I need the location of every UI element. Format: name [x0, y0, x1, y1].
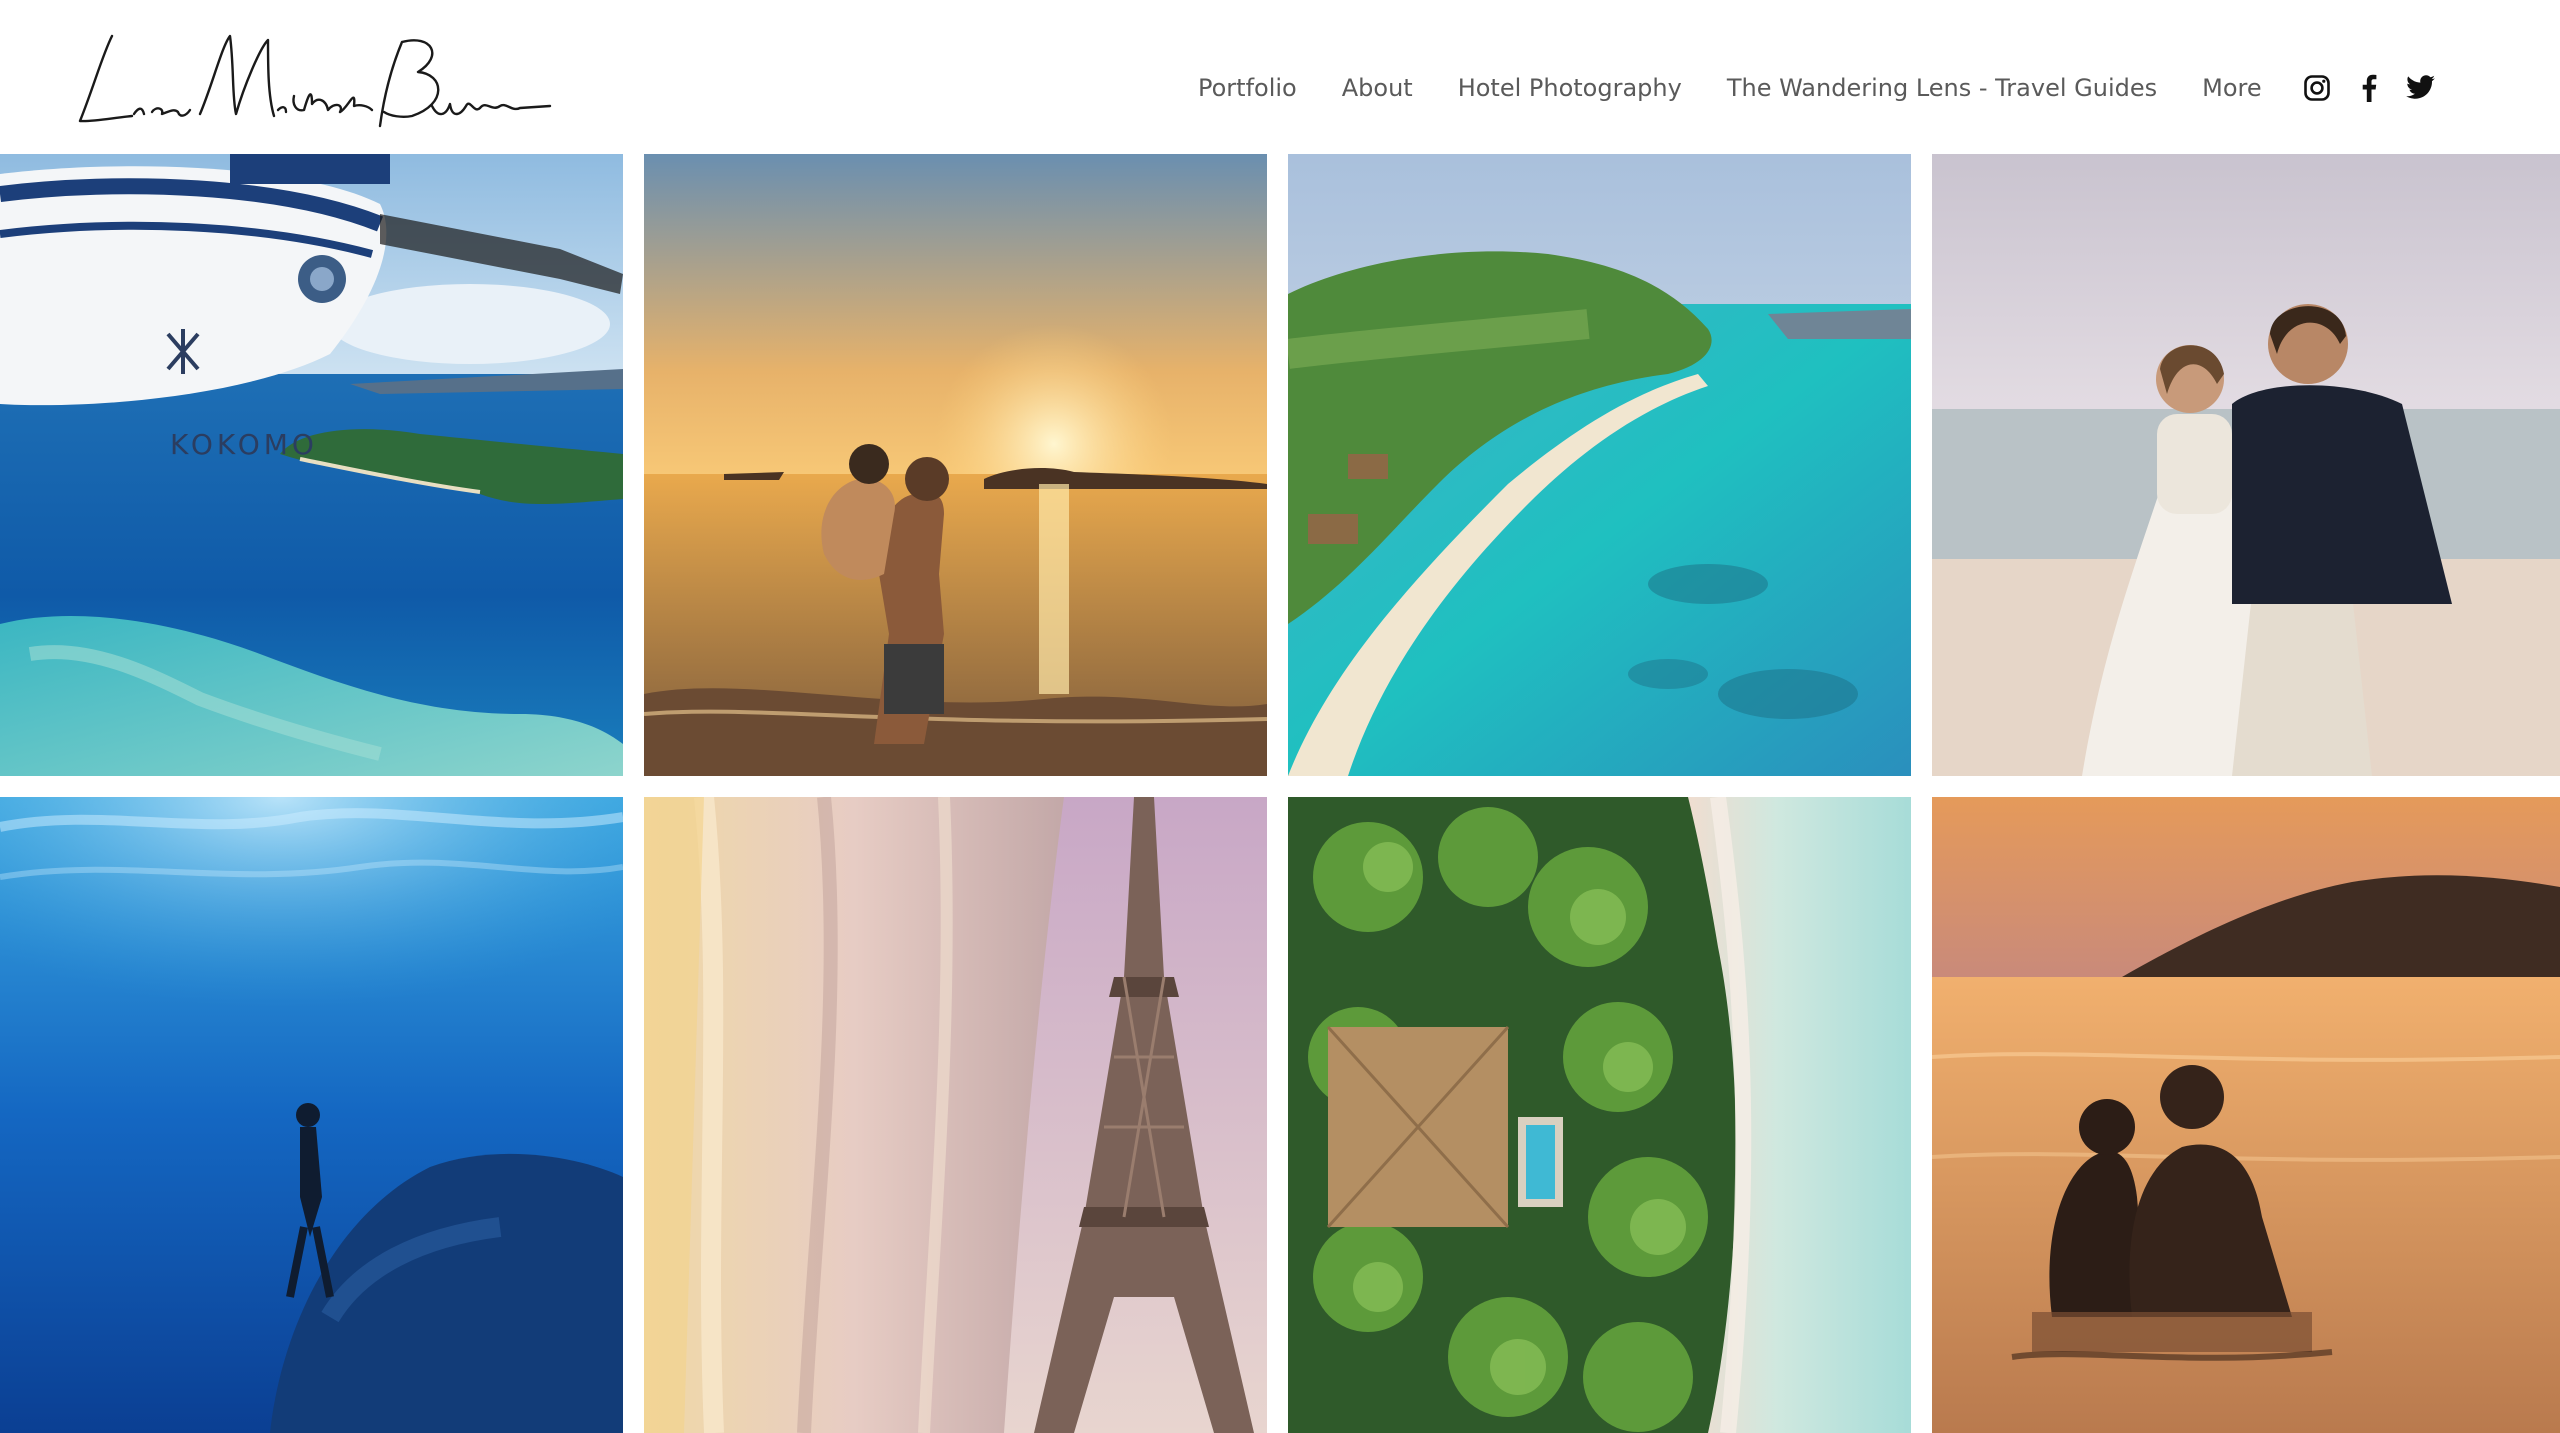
nav-item-hotel-photography[interactable]: Hotel Photography — [1458, 74, 1682, 102]
nav-item-about[interactable]: About — [1342, 74, 1413, 102]
main-nav: Portfolio About Hotel Photography The Wa… — [1198, 68, 2458, 108]
gallery-photo-aerial-villa[interactable] — [1288, 797, 1911, 1433]
photo-gallery: KOKOMO — [0, 154, 2560, 1433]
site-header: Portfolio About Hotel Photography The Wa… — [0, 0, 2560, 154]
gallery-photo-wedding-couple[interactable] — [1932, 154, 2560, 776]
nav-item-portfolio[interactable]: Portfolio — [1198, 74, 1297, 102]
nav-item-travel-guides[interactable]: The Wandering Lens - Travel Guides — [1727, 74, 2157, 102]
gallery-photo-eiffel-tower[interactable] — [644, 797, 1267, 1433]
signature-logo-graphic — [78, 34, 552, 128]
gallery-photo-couple-sunset[interactable] — [644, 154, 1267, 776]
gallery-photo-aerial-beach[interactable] — [1288, 154, 1911, 776]
gallery-photo-seaplane-island[interactable]: KOKOMO — [0, 154, 623, 776]
facebook-icon[interactable] — [2354, 73, 2384, 103]
kokomo-text: KOKOMO — [170, 428, 318, 461]
gallery-photo-couple-water-silhouette[interactable] — [1932, 797, 2560, 1433]
nav-item-more[interactable]: More — [2202, 74, 2262, 102]
social-links — [2302, 73, 2458, 103]
twitter-icon[interactable] — [2405, 73, 2436, 103]
instagram-icon[interactable] — [2302, 73, 2332, 103]
gallery-photo-underwater-diver[interactable] — [0, 797, 623, 1433]
site-logo[interactable] — [72, 26, 552, 134]
